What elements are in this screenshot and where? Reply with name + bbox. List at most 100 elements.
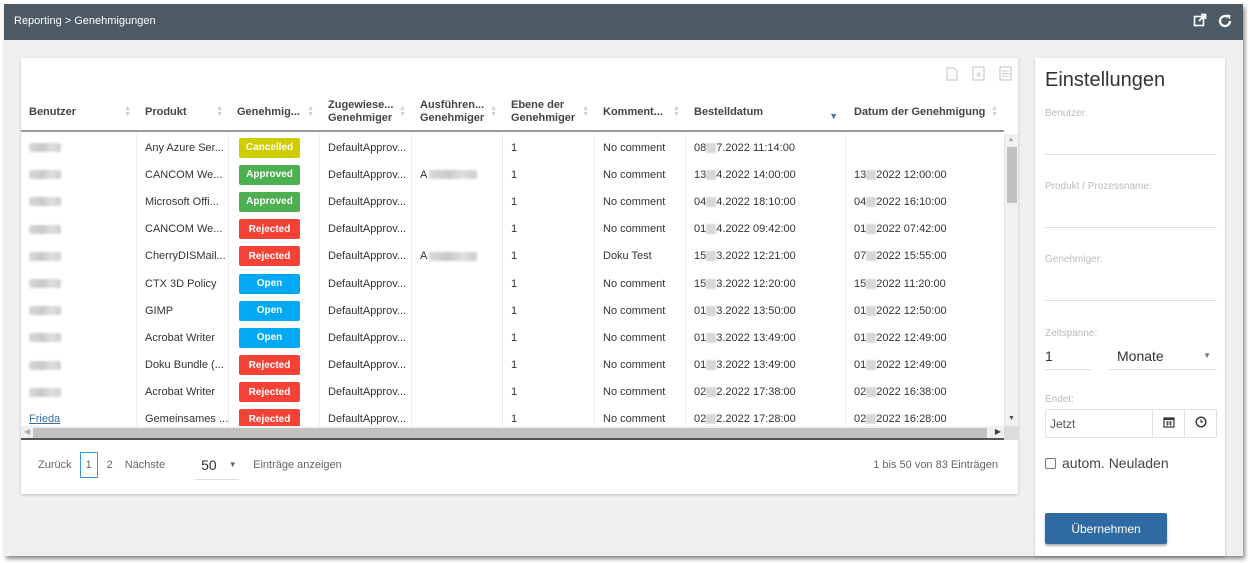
column-header-0[interactable]: Benutzer ▲ ▼ <box>21 94 137 130</box>
vertical-scroll-thumb[interactable] <box>1007 147 1017 203</box>
excel-export-icon[interactable]: x <box>972 66 985 86</box>
column-header-8[interactable]: Datum der Genehmigung ▲ ▼ <box>846 94 1004 130</box>
column-header-line1: Ebene der <box>511 99 565 111</box>
approver-filter-label: Genehmiger: <box>1045 254 1103 265</box>
approval-date-rest: 2022 16:38:00 <box>876 386 947 399</box>
sort-icon[interactable]: ▲ ▼ <box>673 105 680 118</box>
column-header-7[interactable]: Bestelldatum ▼ <box>686 94 846 130</box>
product-filter-input[interactable] <box>1045 201 1217 227</box>
comment-cell: No comment <box>595 378 686 406</box>
sort-icon[interactable]: ▲ ▼ <box>490 105 497 118</box>
sort-icon[interactable]: ▲ ▼ <box>399 105 406 118</box>
sort-icon[interactable]: ▲ ▼ <box>307 105 314 118</box>
redacted-user-name[interactable] <box>29 251 61 261</box>
sort-icon[interactable]: ▲ ▼ <box>991 105 998 118</box>
table-row[interactable]: Acrobat Writer Open DefaultApprov... 1 No co… <box>21 324 1004 352</box>
approver-filter-input[interactable] <box>1045 274 1217 300</box>
order-date-rest: 3.2022 13:50:00 <box>716 304 796 317</box>
table-row[interactable]: Doku Bundle (... Rejected DefaultApprov...… <box>21 351 1004 379</box>
column-header-5[interactable]: Ebene der Genehmiger ▲ ▼ <box>503 94 595 130</box>
auto-reload-option[interactable]: autom. Neuladen <box>1045 455 1169 471</box>
prev-page-button[interactable]: Zurück <box>38 459 72 471</box>
column-header-3[interactable]: Zugewiese... Genehmiger ▲ ▼ <box>320 94 412 130</box>
redacted-user-name[interactable] <box>29 224 61 234</box>
auto-reload-checkbox[interactable] <box>1045 457 1056 469</box>
sort-icon[interactable]: ▲ ▼ <box>216 105 223 118</box>
approval-date-cell: 02 2022 16:28:00 <box>846 406 1004 426</box>
user-cell <box>21 161 137 189</box>
order-date-cell: 13 4.2022 14:00:00 <box>686 161 846 189</box>
status-cell: Open <box>229 324 320 352</box>
redacted-user-name[interactable] <box>29 360 61 370</box>
approval-date-cell: 01 2022 12:50:00 <box>846 297 1004 324</box>
scroll-down-arrow-icon[interactable]: ▼ <box>1008 415 1015 422</box>
table-row[interactable]: Frieda Gemeinsames ... Rejected DefaultAppr… <box>21 405 1004 426</box>
redacted-user-name[interactable] <box>29 306 61 316</box>
external-link-icon[interactable] <box>1193 13 1207 29</box>
scroll-up-arrow-icon[interactable]: ▲ <box>1008 137 1014 143</box>
table-row[interactable]: CANCOM We... Approved DefaultApprov... A 1 No… <box>21 161 1004 189</box>
sort-icon[interactable]: ▲ ▼ <box>582 105 589 118</box>
table-row[interactable]: CTX 3D Policy Open DefaultApprov... 1 No com… <box>21 269 1004 298</box>
table-row[interactable]: CANCOM We... Rejected DefaultApprov... 1 No … <box>21 215 1004 243</box>
calendar-button[interactable] <box>1152 410 1184 437</box>
ends-label: Endet: <box>1045 394 1074 405</box>
redacted-user-name[interactable] <box>29 387 61 397</box>
table-row[interactable]: CherryDISMail... Rejected DefaultApprov...… <box>21 242 1004 270</box>
column-header-2[interactable]: Genehmig... ▲ ▼ <box>229 94 320 130</box>
apply-button[interactable]: Übernehmen <box>1045 513 1167 544</box>
approval-date-day: 02 <box>854 386 867 399</box>
assigned-approver-cell: DefaultApprov... <box>320 134 412 162</box>
scroll-right-arrow-icon[interactable]: ▶ <box>995 427 1001 436</box>
user-filter-input[interactable] <box>1045 128 1217 154</box>
redacted-user-name[interactable] <box>29 170 61 180</box>
approval-date-rest: 2022 12:50:00 <box>876 304 947 317</box>
horizontal-scroll-thumb[interactable] <box>33 428 987 438</box>
sort-icon[interactable]: ▲ ▼ <box>124 105 131 118</box>
ends-input[interactable]: Jetzt <box>1046 410 1152 437</box>
scroll-left-arrow-icon[interactable]: ◀ <box>24 427 30 436</box>
column-header-6[interactable]: Komment... ▲ ▼ <box>595 94 686 130</box>
vertical-scrollbar[interactable]: ▲ ▼ <box>1004 134 1018 426</box>
table-row[interactable]: Any Azure Ser... Cancelled DefaultApprov..… <box>21 134 1004 162</box>
table-body: Any Azure Ser... Cancelled DefaultApprov..… <box>21 134 1004 426</box>
copy-icon[interactable] <box>946 66 958 86</box>
status-badge: Rejected <box>239 219 300 240</box>
executing-approver-cell <box>412 405 503 426</box>
redacted-mask <box>866 196 877 207</box>
order-date-cell: 08 7.2022 11:14:00 <box>686 134 846 162</box>
assigned-approver: DefaultApprov... <box>328 168 407 181</box>
redacted-user-name[interactable] <box>29 197 61 207</box>
product-name: Acrobat Writer <box>145 386 216 399</box>
approval-date-rest: 2022 16:28:00 <box>876 413 947 426</box>
csv-export-icon[interactable] <box>999 66 1012 86</box>
column-header-1[interactable]: Produkt ▲ ▼ <box>137 94 229 130</box>
column-header-4[interactable]: Ausführen... Genehmiger ▲ ▼ <box>412 94 503 130</box>
approver-level-cell: 1 <box>503 269 595 298</box>
redacted-user-name[interactable] <box>29 279 61 289</box>
redacted-mask <box>706 278 717 289</box>
page-1-button[interactable]: 1 <box>79 452 98 478</box>
clock-button[interactable] <box>1184 410 1216 437</box>
timespan-unit-select[interactable]: Monate ▼ <box>1108 342 1217 370</box>
redacted-user-name[interactable] <box>29 143 61 153</box>
assigned-approver: DefaultApprov... <box>328 359 407 372</box>
refresh-icon[interactable] <box>1217 13 1233 29</box>
next-page-button[interactable]: Nächste <box>125 459 165 471</box>
table-row[interactable]: GIMP Open DefaultApprov... 1 No comment 01 3.2… <box>21 297 1004 325</box>
page-size-select[interactable]: 50 ▼ <box>195 450 240 480</box>
timespan-value-input[interactable]: 1 <box>1045 342 1091 370</box>
horizontal-scrollbar[interactable]: ◀ ▶ <box>21 426 1004 440</box>
order-date-rest: 4.2022 14:00:00 <box>716 168 796 181</box>
redacted-user-name[interactable] <box>29 333 61 343</box>
product-cell: Doku Bundle (... <box>137 351 229 379</box>
table-row[interactable]: Microsoft Offi... Approved DefaultApprov..… <box>21 188 1004 216</box>
redacted-mask <box>866 387 877 398</box>
user-link[interactable]: Frieda <box>29 413 60 425</box>
table-row[interactable]: Acrobat Writer Rejected DefaultApprov... 1 N… <box>21 378 1004 406</box>
assigned-approver-cell: DefaultApprov... <box>320 405 412 426</box>
settings-panel: Einstellungen Benutzer: Produkt / Prozes… <box>1035 58 1225 556</box>
page-2-button[interactable]: 2 <box>107 459 113 471</box>
sort-descending-icon[interactable]: ▼ <box>829 112 838 121</box>
executing-approver-cell <box>412 378 503 406</box>
